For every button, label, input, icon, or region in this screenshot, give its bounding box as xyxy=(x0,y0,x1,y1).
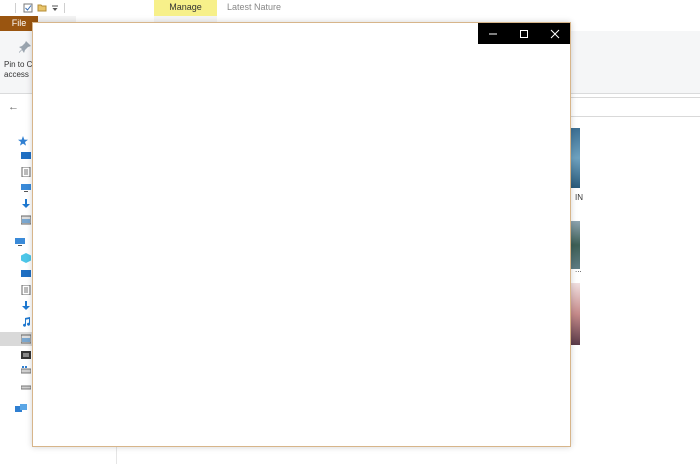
quick-access-toolbar xyxy=(0,0,700,16)
close-button[interactable] xyxy=(540,23,570,44)
videos-icon[interactable] xyxy=(21,350,31,360)
thumbnail-image[interactable] xyxy=(571,283,580,345)
music-icon[interactable] xyxy=(21,317,31,327)
pictures-icon[interactable] xyxy=(21,334,31,344)
pin-to-quick-access-label[interactable]: Pin to C access xyxy=(4,60,34,80)
maximize-icon xyxy=(520,30,528,38)
title-bar-controls xyxy=(478,23,570,44)
quick-access-star-icon[interactable] xyxy=(18,136,28,146)
pin-label-line: Pin to C access xyxy=(4,60,33,79)
drive-icon[interactable] xyxy=(21,382,31,392)
qat-separator xyxy=(15,3,16,13)
customize-toolbar-dropdown-icon[interactable] xyxy=(50,3,60,13)
desktop-folder-icon[interactable] xyxy=(21,151,31,161)
downloads-icon[interactable] xyxy=(21,199,31,209)
back-arrow-icon[interactable]: ← xyxy=(8,101,19,113)
minimize-icon xyxy=(489,33,497,35)
manage-context-tab-header[interactable]: Manage xyxy=(154,0,217,16)
new-folder-icon[interactable] xyxy=(37,3,47,13)
downloads-icon[interactable] xyxy=(21,301,31,311)
navigation-pane xyxy=(0,125,32,425)
blank-dialog-window xyxy=(32,22,571,447)
network-icon[interactable] xyxy=(15,404,27,414)
desktop-icon[interactable] xyxy=(21,269,31,279)
search-box[interactable] xyxy=(570,97,700,117)
window-title: Latest Nature xyxy=(227,2,282,12)
pin-icon[interactable] xyxy=(18,40,32,54)
pictures-icon[interactable] xyxy=(21,215,31,225)
monitor-icon[interactable] xyxy=(21,183,31,193)
maximize-button[interactable] xyxy=(509,23,539,44)
thumbnail-image[interactable] xyxy=(571,221,580,269)
minimize-button[interactable] xyxy=(478,23,508,44)
close-icon xyxy=(550,29,560,39)
local-disk-icon[interactable] xyxy=(21,366,31,376)
documents-icon[interactable] xyxy=(21,167,31,177)
thumbnail-label: ... xyxy=(575,265,582,274)
documents-icon[interactable] xyxy=(21,285,31,295)
3d-objects-icon[interactable] xyxy=(21,253,31,263)
properties-icon[interactable] xyxy=(23,3,33,13)
thumbnail-image[interactable] xyxy=(571,128,580,188)
this-pc-icon[interactable] xyxy=(15,237,25,247)
thumbnail-label: IN xyxy=(575,193,583,202)
qat-separator xyxy=(64,3,65,13)
